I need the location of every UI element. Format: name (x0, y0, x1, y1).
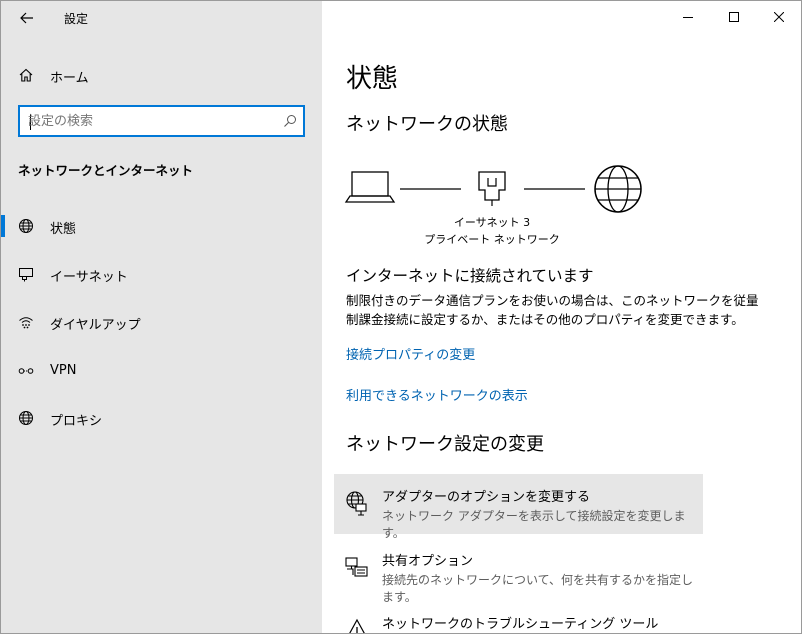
active-indicator (1, 215, 5, 237)
change-properties-link[interactable]: 接続プロパティの変更 (346, 344, 475, 363)
sidebar-item-label: プロキシ (50, 414, 103, 429)
sidebar-item-ethernet[interactable]: イーサネット (1, 254, 322, 294)
option-subtitle: ネットワーク アダプターを表示して接続設定を変更します。 (382, 509, 686, 540)
dialup-icon (19, 317, 33, 329)
back-button[interactable] (13, 5, 41, 31)
page-title: 状態 (346, 64, 399, 94)
connection-status: インターネットに接続されています (346, 267, 594, 285)
laptop-icon (344, 171, 396, 203)
back-arrow-icon (20, 12, 33, 24)
sidebar-item-proxy[interactable]: プロキシ (1, 398, 322, 438)
search-input[interactable] (28, 112, 278, 130)
home-icon (19, 68, 33, 82)
search-box[interactable] (18, 105, 305, 137)
globe-icon (19, 219, 33, 233)
adapter-name: イーサネット 3 (453, 216, 531, 229)
sidebar-item-label: VPN (50, 363, 77, 378)
sidebar-item-label: イーサネット (50, 270, 128, 285)
search-icon[interactable] (283, 114, 297, 128)
adapter-icon (346, 491, 367, 516)
sidebar-item-label: ホーム (50, 71, 89, 86)
network-profile: プライベート ネットワーク (424, 233, 560, 246)
vpn-icon (18, 368, 34, 374)
sidebar-item-label: ダイヤルアップ (50, 318, 141, 333)
globe-icon (19, 411, 33, 425)
sharing-options-item[interactable]: 共有オプション 接続先のネットワークについて、何を共有するかを指定します。 (334, 538, 703, 604)
internet-globe-icon (594, 165, 642, 213)
warning-icon (349, 618, 365, 633)
option-title: 共有オプション (382, 554, 474, 569)
sidebar: 設定 ホーム ネットワークとインターネット 状態 イーサネット ダイヤルアップ … (1, 1, 322, 633)
adapter-options-item[interactable]: アダプターのオプションを変更する ネットワーク アダプターを表示して接続設定を変… (334, 474, 703, 540)
sidebar-item-dialup[interactable]: ダイヤルアップ (1, 302, 322, 342)
option-title: ネットワークのトラブルシューティング ツール (382, 617, 659, 632)
sidebar-item-home[interactable]: ホーム (1, 59, 322, 91)
sidebar-item-status[interactable]: 状態 (1, 206, 322, 246)
section-title: ネットワークとインターネット (18, 163, 194, 178)
settings-window: 設定 ホーム ネットワークとインターネット 状態 イーサネット ダイヤルアップ … (0, 0, 802, 634)
sidebar-item-vpn[interactable]: VPN (1, 351, 322, 391)
ethernet-port-icon (478, 171, 506, 206)
app-title: 設定 (64, 12, 89, 26)
network-status-heading: ネットワークの状態 (346, 114, 508, 135)
change-settings-heading: ネットワーク設定の変更 (346, 434, 544, 455)
option-title: アダプターのオプションを変更する (382, 490, 591, 505)
sharing-icon (345, 557, 368, 577)
status-description: 制限付きのデータ通信プランをお使いの場合は、このネットワークを従量制課金接続に設… (346, 293, 759, 327)
show-networks-link[interactable]: 利用できるネットワークの表示 (346, 385, 528, 404)
troubleshooter-item[interactable]: ネットワークのトラブルシューティング ツール (334, 601, 703, 633)
sidebar-item-label: 状態 (50, 222, 77, 237)
option-subtitle: 接続先のネットワークについて、何を共有するかを指定します。 (382, 573, 694, 604)
main-content: 状態 ネットワークの状態 イーサネット 3 プライベート ネットワーク インター… (322, 1, 801, 633)
ethernet-icon (19, 268, 33, 282)
